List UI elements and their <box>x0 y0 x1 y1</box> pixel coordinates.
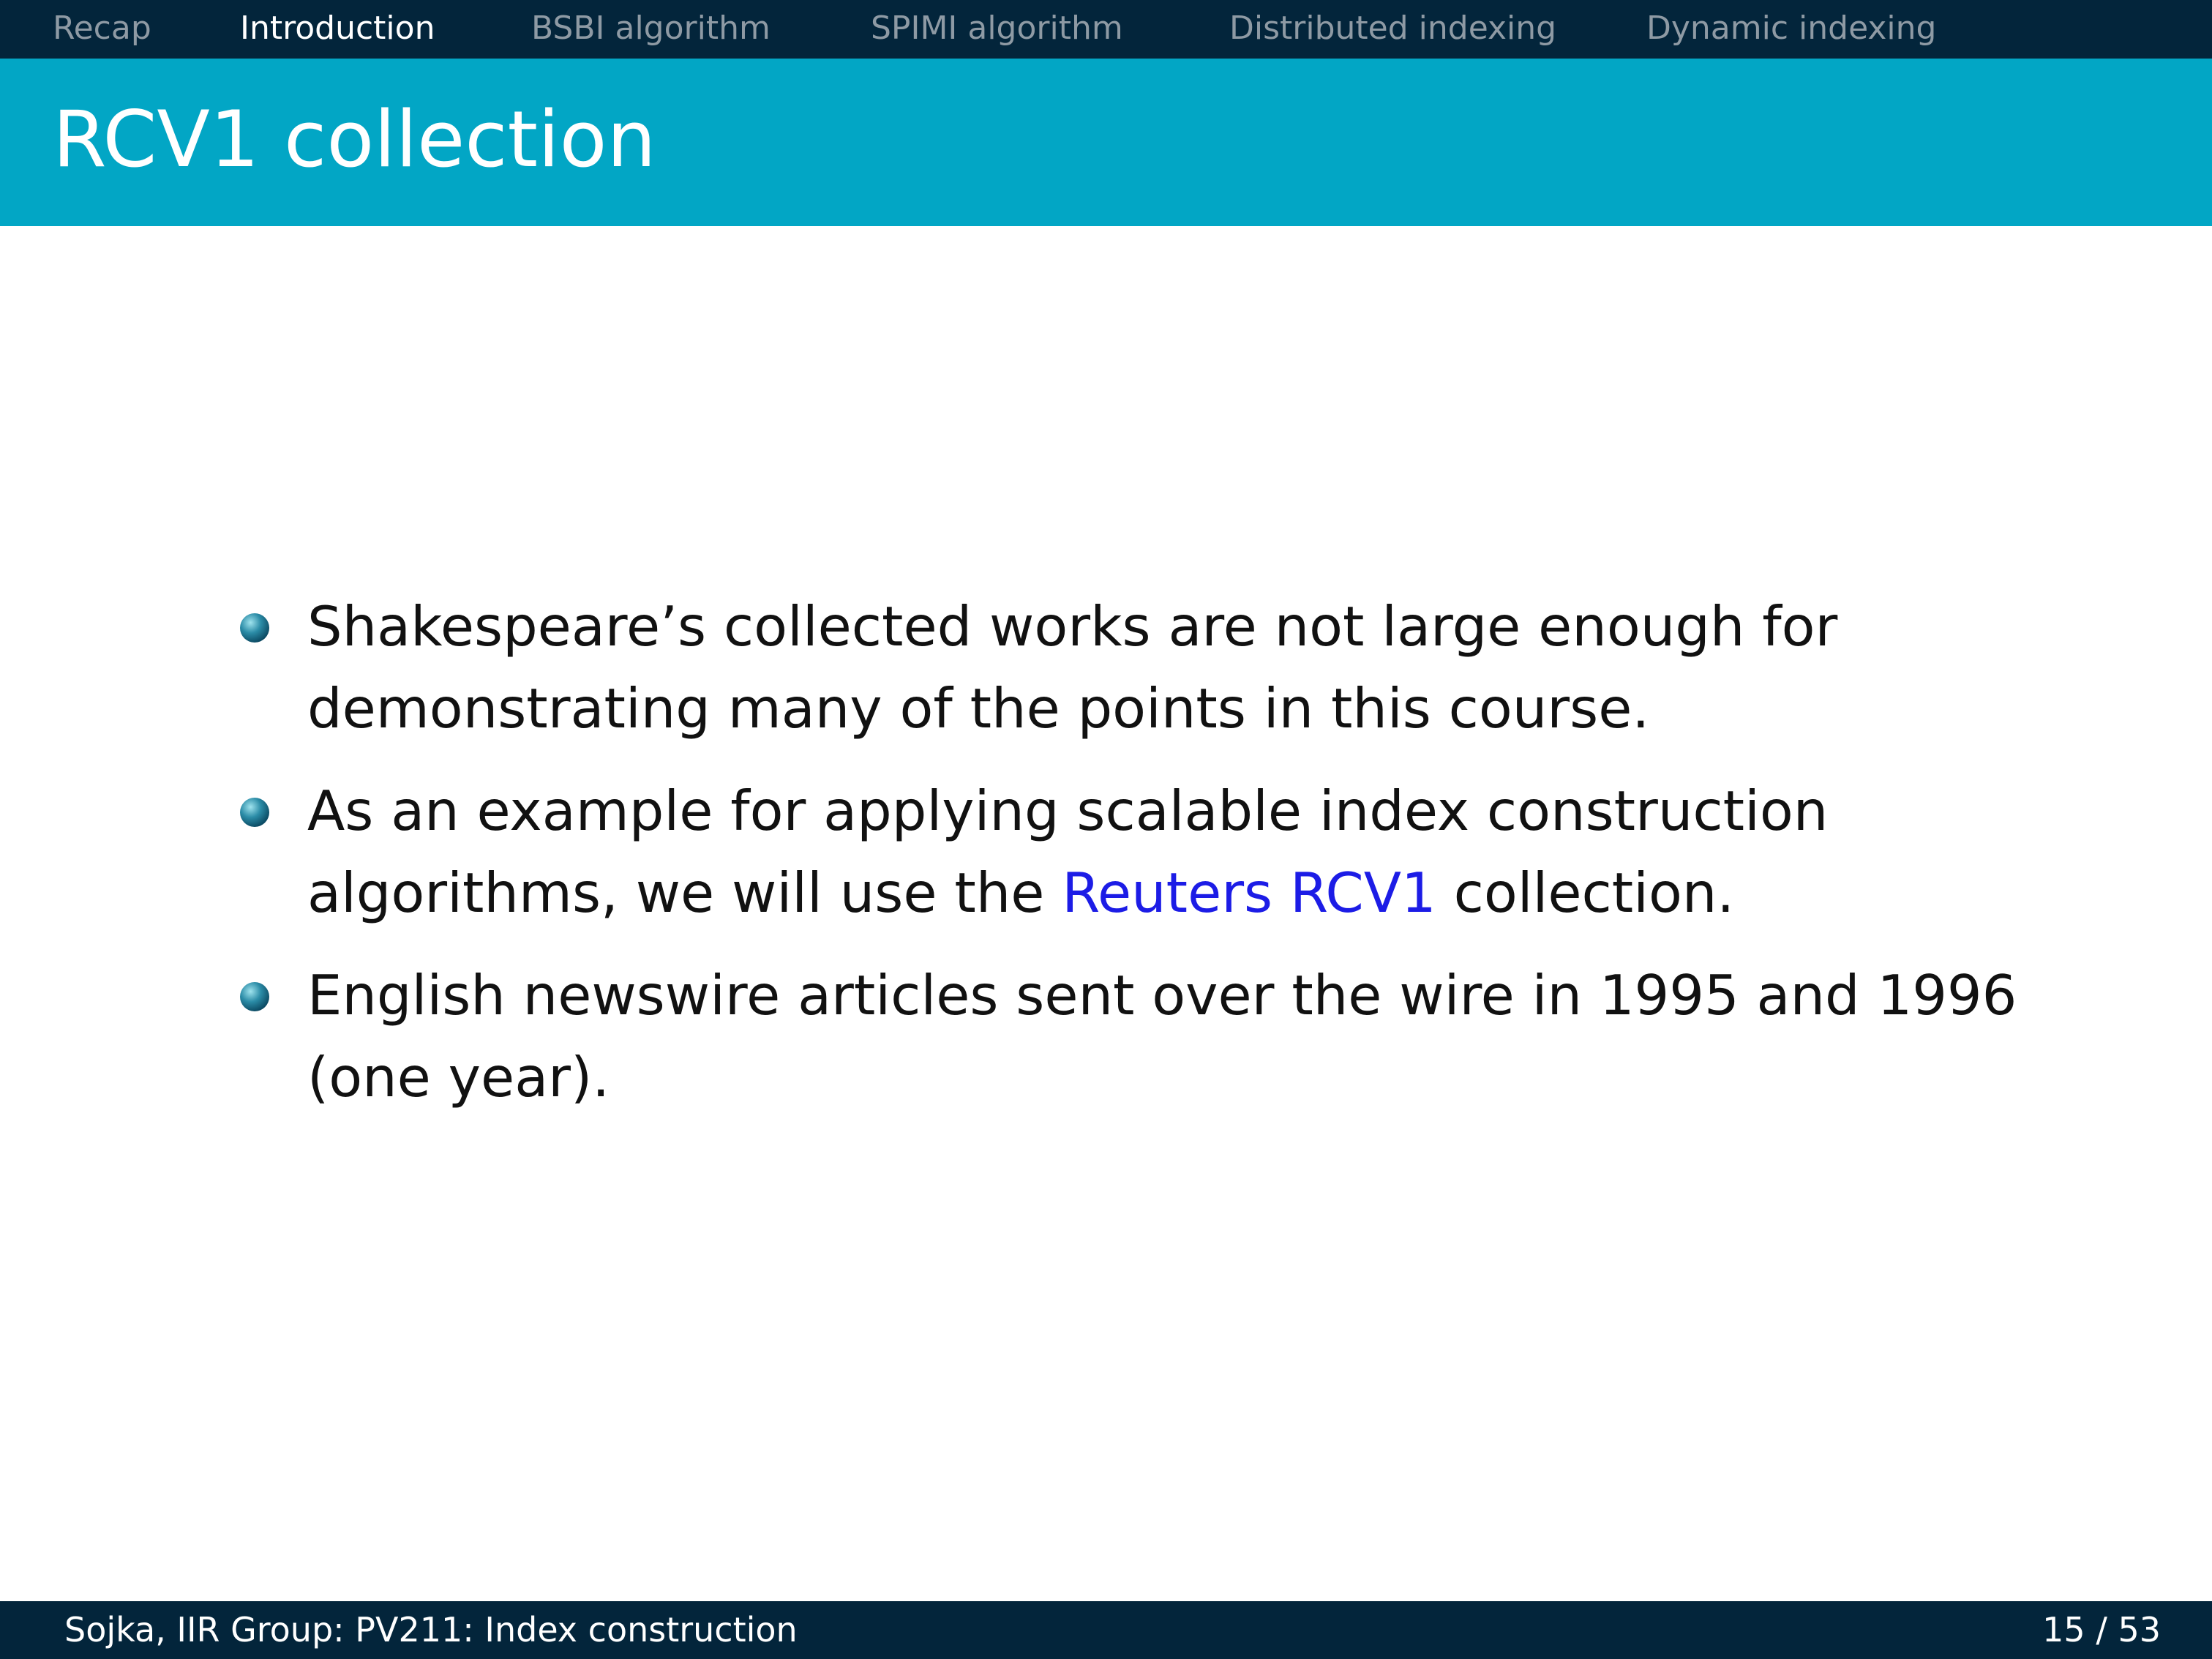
bullet-text-after-link: collection. <box>1436 861 1735 925</box>
nav-item-spimi-algorithm[interactable]: SPIMI algorithm <box>871 0 1123 59</box>
bullet-text: English newswire articles sent over the … <box>307 963 2017 1109</box>
footer-author-course: Sojka, IIR Group: PV211: Index construct… <box>64 1610 798 1649</box>
page-counter: 15 / 53 <box>2042 1601 2161 1659</box>
nav-item-distributed-indexing[interactable]: Distributed indexing <box>1229 0 1556 59</box>
nav-item-dynamic-indexing[interactable]: Dynamic indexing <box>1646 0 1936 59</box>
page-separator: / <box>2085 1610 2118 1649</box>
bullet-item: English newswire articles sent over the … <box>240 954 2084 1118</box>
page-total: 53 <box>2118 1610 2161 1649</box>
bullet-list: Shakespeare’s collected works are not la… <box>240 585 2084 1139</box>
nav-item-bsbi-algorithm[interactable]: BSBI algorithm <box>531 0 771 59</box>
slide-title: RCV1 collection <box>53 94 656 184</box>
section-navigation-bar: Recap Introduction BSBI algorithm SPIMI … <box>0 0 2212 59</box>
bullet-ball-icon <box>240 982 269 1011</box>
page-current: 15 <box>2042 1610 2085 1649</box>
bullet-item: Shakespeare’s collected works are not la… <box>240 585 2084 749</box>
bullet-ball-icon <box>240 613 269 643</box>
slide: Recap Introduction BSBI algorithm SPIMI … <box>0 0 2212 1659</box>
reuters-rcv1-link[interactable]: Reuters RCV1 <box>1062 861 1436 925</box>
footer-bar: Sojka, IIR Group: PV211: Index construct… <box>0 1601 2212 1659</box>
bullet-ball-icon <box>240 798 269 827</box>
bullet-item: As an example for applying scalable inde… <box>240 770 2084 934</box>
bullet-text: Shakespeare’s collected works are not la… <box>307 594 1838 741</box>
nav-item-recap[interactable]: Recap <box>53 0 151 59</box>
nav-item-introduction[interactable]: Introduction <box>240 0 435 59</box>
title-bar: RCV1 collection <box>0 59 2212 226</box>
